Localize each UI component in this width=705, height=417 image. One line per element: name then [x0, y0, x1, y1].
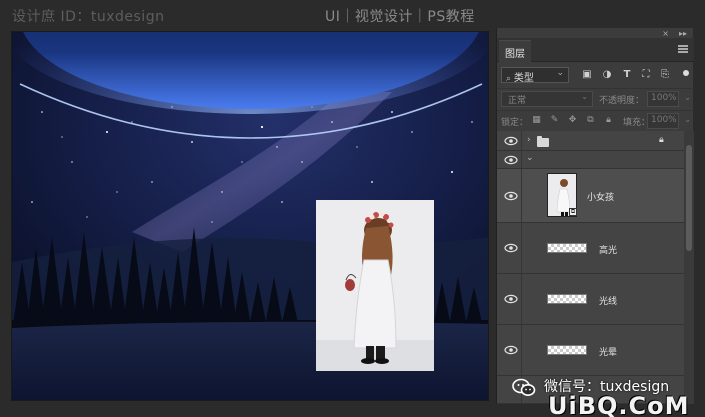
filter-toggle-icon[interactable] — [683, 70, 689, 76]
eye-icon[interactable] — [504, 345, 518, 355]
layers-list: › 🔒︎ ⌄ ⧉ 小女孩 高光 光线 光晕 — [497, 131, 684, 404]
blend-mode-select[interactable]: 正常 ⌄ — [501, 91, 593, 107]
lock-pixels-icon[interactable]: ✎ — [549, 115, 560, 126]
lock-all-icon[interactable]: 🔒︎ — [603, 115, 614, 126]
opacity-label: 不透明度： — [599, 96, 645, 106]
lock-label: 锁定： — [501, 118, 529, 128]
filter-kind-select[interactable]: ⌕ 类型 ⌄ — [501, 67, 569, 84]
eye-icon[interactable] — [504, 155, 518, 165]
lock-artboard-icon[interactable]: ⧉ — [585, 115, 596, 126]
blend-row: 正常 ⌄ 不透明度： 100% ⌄ — [497, 88, 694, 108]
scrollbar-thumb[interactable] — [686, 145, 692, 251]
lock-position-icon[interactable]: ✥ — [567, 115, 578, 126]
collapse-panel-icon[interactable]: ▸▸ — [679, 29, 687, 38]
shape-filter-icon[interactable]: ⛶ — [640, 69, 652, 81]
eye-icon[interactable] — [504, 136, 518, 146]
close-panel-icon[interactable]: × — [662, 29, 669, 38]
panel-tabbar: 图层 — [497, 38, 694, 62]
document-canvas[interactable] — [11, 31, 489, 401]
site-logo: UiBQ.CoM — [548, 392, 690, 417]
adjustment-filter-icon[interactable]: ◑ — [601, 69, 613, 81]
girl-figure — [316, 200, 434, 371]
search-icon: ⌕ — [506, 74, 514, 84]
layer-thumbnail — [547, 345, 587, 355]
eye-icon[interactable] — [504, 191, 518, 201]
layer-row-group-2[interactable]: ⌄ — [497, 151, 684, 169]
lock-icon: 🔒︎ — [659, 135, 664, 145]
layer-row-glow[interactable]: 光晕 — [497, 325, 684, 376]
watermark-id: 设计庶 ID：tuxdesign — [12, 9, 165, 25]
image-filter-icon[interactable]: ▣ — [581, 69, 593, 81]
layer-row-rays[interactable]: 光线 — [497, 274, 684, 325]
layer-thumbnail — [547, 243, 587, 253]
chevron-down-icon: ⌄ — [581, 92, 588, 101]
chevron-down-icon: ⌄ — [556, 68, 564, 78]
text-filter-icon[interactable]: T — [621, 69, 633, 81]
girl-photo-layer[interactable] — [316, 200, 434, 371]
lock-row: 锁定： ▦ ✎ ✥ ⧉ 🔒︎ 填充： 100% ⌄ — [497, 110, 694, 130]
eye-icon[interactable] — [504, 243, 518, 253]
layer-name: 光线 — [599, 297, 618, 307]
layer-row-highlight[interactable]: 高光 — [497, 223, 684, 274]
layer-name: 光晕 — [599, 348, 618, 358]
layer-row-group-1[interactable]: › 🔒︎ — [497, 131, 684, 151]
layer-name: 小女孩 — [587, 193, 615, 203]
chevron-down-icon[interactable]: ⌄ — [526, 153, 534, 163]
wechat-icon — [512, 378, 536, 396]
layers-panel: ▸▸ × 图层 ⌕ 类型 ⌄ ▣ ◑ T ⛶ ⎘ 正常 ⌄ 不透明度： 100%… — [496, 28, 694, 404]
lock-transparent-icon[interactable]: ▦ — [531, 115, 542, 126]
panel-menu-icon[interactable] — [678, 45, 688, 53]
chevron-down-icon[interactable]: ⌄ — [684, 93, 691, 102]
smartobject-filter-icon[interactable]: ⎘ — [659, 69, 671, 81]
title-area: 设计庶 ID：tuxdesign UI｜视觉设计｜PS教程 — [0, 0, 705, 30]
filter-kind-value: 类型 — [513, 73, 534, 84]
watermark-tagline: UI｜视觉设计｜PS教程 — [325, 9, 475, 25]
opacity-value: 100% — [651, 93, 677, 103]
layer-name: 高光 — [599, 246, 618, 256]
fill-value: 100% — [651, 115, 677, 125]
eye-icon[interactable] — [504, 294, 518, 304]
blend-mode-value: 正常 — [508, 96, 527, 106]
fill-label: 填充： — [623, 118, 651, 128]
opacity-input[interactable]: 100% — [647, 91, 679, 107]
layers-scrollbar[interactable] — [684, 131, 694, 404]
layer-row-girl[interactable]: ⧉ 小女孩 — [497, 169, 684, 223]
chevron-right-icon[interactable]: › — [527, 135, 531, 145]
chevron-down-icon[interactable]: ⌄ — [684, 115, 691, 124]
tab-layers[interactable]: 图层 — [499, 40, 531, 62]
smart-object-badge-icon: ⧉ — [569, 208, 577, 216]
folder-icon — [537, 136, 549, 147]
layer-filter-row: ⌕ 类型 ⌄ ▣ ◑ T ⛶ ⎘ — [497, 66, 694, 86]
fill-input[interactable]: 100% — [647, 113, 679, 129]
layer-thumbnail — [547, 294, 587, 304]
